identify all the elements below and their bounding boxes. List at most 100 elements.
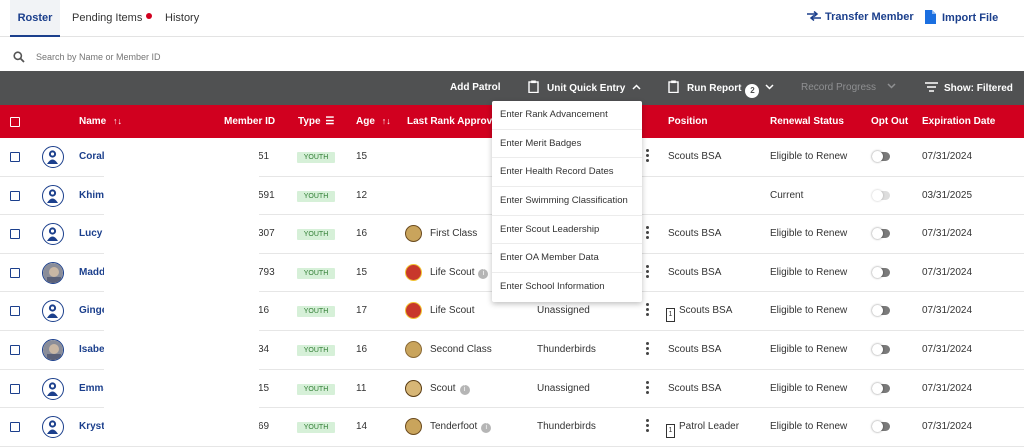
tab-roster[interactable]: Roster bbox=[10, 0, 60, 37]
select-all-checkbox[interactable] bbox=[10, 117, 20, 127]
member-photo-icon bbox=[43, 340, 63, 360]
person-silhouette-icon bbox=[47, 304, 58, 319]
menu-item-enter-scout-leadership[interactable]: Enter Scout Leadership bbox=[492, 216, 642, 245]
expiration-date: 03/31/2025 bbox=[922, 189, 973, 201]
show-filter-button[interactable]: Show: Filtered bbox=[925, 82, 1013, 94]
opt-out-toggle[interactable] bbox=[872, 228, 890, 240]
opt-out-toggle[interactable] bbox=[872, 151, 890, 162]
menu-item-enter-oa-member-data[interactable]: Enter OA Member Data bbox=[492, 244, 642, 274]
opt-out-toggle[interactable] bbox=[872, 305, 890, 317]
column-header-expiration-date: Expiration Date bbox=[922, 116, 996, 127]
opt-out-toggle[interactable] bbox=[872, 266, 890, 278]
expiration-date: 07/31/2024 bbox=[922, 382, 973, 394]
row-checkbox[interactable] bbox=[10, 383, 20, 394]
type-badge: YOUTH bbox=[297, 190, 335, 202]
member-id: 307 bbox=[258, 228, 275, 240]
row-actions-icon[interactable] bbox=[646, 303, 650, 317]
position: Scouts BSA bbox=[668, 344, 722, 355]
row-checkbox[interactable] bbox=[10, 345, 20, 355]
last-rank: Life Scout i bbox=[430, 267, 489, 279]
member-id: 591 bbox=[258, 189, 275, 201]
row-checkbox[interactable] bbox=[10, 267, 20, 278]
renewal-status: Eligible to Renew bbox=[770, 421, 848, 433]
search-icon bbox=[13, 51, 25, 63]
row-actions-icon[interactable] bbox=[646, 380, 650, 395]
row-checkbox[interactable] bbox=[10, 190, 20, 201]
column-header-name[interactable]: Name ↑↓ bbox=[79, 116, 122, 127]
opt-out-toggle[interactable] bbox=[872, 189, 890, 201]
position-count-badge: 1 bbox=[666, 308, 675, 323]
expiration-date: 07/31/2024 bbox=[922, 305, 973, 317]
row-actions-icon[interactable] bbox=[646, 419, 650, 433]
tab-pending-items[interactable]: Pending Items bbox=[72, 0, 153, 37]
rank-badge-icon bbox=[405, 341, 422, 358]
expiration-date: 07/31/2024 bbox=[922, 151, 973, 162]
expiration-date: 07/31/2024 bbox=[922, 421, 973, 433]
member-name-link[interactable]: Coral bbox=[79, 151, 105, 162]
menu-item-enter-school-information[interactable]: Enter School Information bbox=[492, 273, 642, 302]
rank-badge-icon bbox=[405, 418, 422, 436]
member-id: 51 bbox=[258, 151, 270, 162]
unit-quick-entry-button[interactable]: Unit Quick Entry bbox=[528, 80, 641, 94]
expiration-date: 07/31/2024 bbox=[922, 228, 973, 240]
row-checkbox[interactable] bbox=[10, 152, 20, 162]
patrol: Thunderbirds bbox=[537, 344, 596, 355]
type-badge: YOUTH bbox=[297, 267, 335, 279]
type-badge: YOUTH bbox=[297, 345, 335, 356]
unit-quick-entry-menu: Enter Rank Advancement Enter Merit Badges… bbox=[492, 101, 642, 302]
row-actions-icon[interactable] bbox=[646, 149, 650, 163]
search-input[interactable] bbox=[36, 48, 436, 66]
row-checkbox[interactable] bbox=[10, 422, 20, 433]
column-header-member-id: Member ID bbox=[224, 116, 276, 127]
avatar bbox=[42, 300, 64, 323]
tab-history[interactable]: History bbox=[165, 0, 199, 37]
last-rank: Scout i bbox=[430, 383, 470, 395]
last-rank: First Class bbox=[430, 228, 478, 240]
menu-item-enter-health-record-dates[interactable]: Enter Health Record Dates bbox=[492, 158, 642, 188]
sort-icon: ↑↓ bbox=[381, 116, 391, 126]
renewal-status: Eligible to Renew bbox=[770, 228, 848, 240]
info-icon[interactable]: i bbox=[478, 268, 489, 279]
patrol: Unassigned bbox=[537, 382, 590, 394]
row-actions-icon[interactable] bbox=[646, 342, 650, 356]
column-header-type[interactable]: Type ☰ bbox=[298, 116, 334, 127]
row-checkbox[interactable] bbox=[10, 306, 20, 317]
transfer-member-button[interactable]: Transfer Member bbox=[806, 10, 914, 23]
row-checkbox[interactable] bbox=[10, 229, 20, 240]
column-header-age[interactable]: Age ↑↓ bbox=[356, 116, 391, 127]
row-actions-icon[interactable] bbox=[646, 264, 650, 279]
opt-out-toggle[interactable] bbox=[872, 344, 890, 355]
age: 12 bbox=[356, 189, 368, 201]
notification-dot bbox=[146, 13, 153, 19]
member-id: 69 bbox=[258, 421, 270, 433]
filter-icon bbox=[925, 82, 938, 92]
age: 11 bbox=[356, 382, 367, 394]
chevron-down-icon bbox=[887, 83, 896, 89]
opt-out-toggle[interactable] bbox=[872, 382, 890, 394]
member-id: 34 bbox=[258, 344, 270, 355]
menu-item-enter-rank-advancement[interactable]: Enter Rank Advancement bbox=[492, 101, 642, 130]
column-header-renewal-status: Renewal Status bbox=[770, 116, 844, 127]
column-header-opt-out: Opt Out bbox=[871, 116, 909, 127]
age: 15 bbox=[356, 266, 368, 278]
menu-item-enter-swimming-classification[interactable]: Enter Swimming Classification bbox=[492, 187, 642, 216]
row-actions-icon[interactable] bbox=[646, 226, 650, 240]
info-icon[interactable]: i bbox=[459, 384, 470, 395]
avatar bbox=[42, 261, 64, 284]
record-progress-button[interactable]: Record Progress bbox=[801, 82, 896, 93]
run-report-button[interactable]: Run Report 2 bbox=[668, 80, 774, 98]
last-rank: Tenderfoot i bbox=[430, 421, 492, 434]
renewal-status: Current bbox=[770, 189, 804, 201]
column-header-last-rank: Last Rank Approved bbox=[407, 116, 504, 127]
clipboard-icon bbox=[528, 80, 539, 94]
sort-icon: ↑↓ bbox=[113, 116, 123, 126]
type-badge: YOUTH bbox=[297, 229, 335, 241]
avatar bbox=[42, 146, 64, 168]
menu-item-enter-merit-badges[interactable]: Enter Merit Badges bbox=[492, 130, 642, 159]
add-patrol-button[interactable]: Add Patrol bbox=[450, 82, 501, 93]
age: 16 bbox=[356, 344, 368, 355]
import-file-button[interactable]: Import File bbox=[925, 10, 998, 24]
opt-out-toggle[interactable] bbox=[872, 421, 890, 433]
rank-badge-icon bbox=[405, 263, 422, 281]
avatar bbox=[42, 416, 64, 439]
